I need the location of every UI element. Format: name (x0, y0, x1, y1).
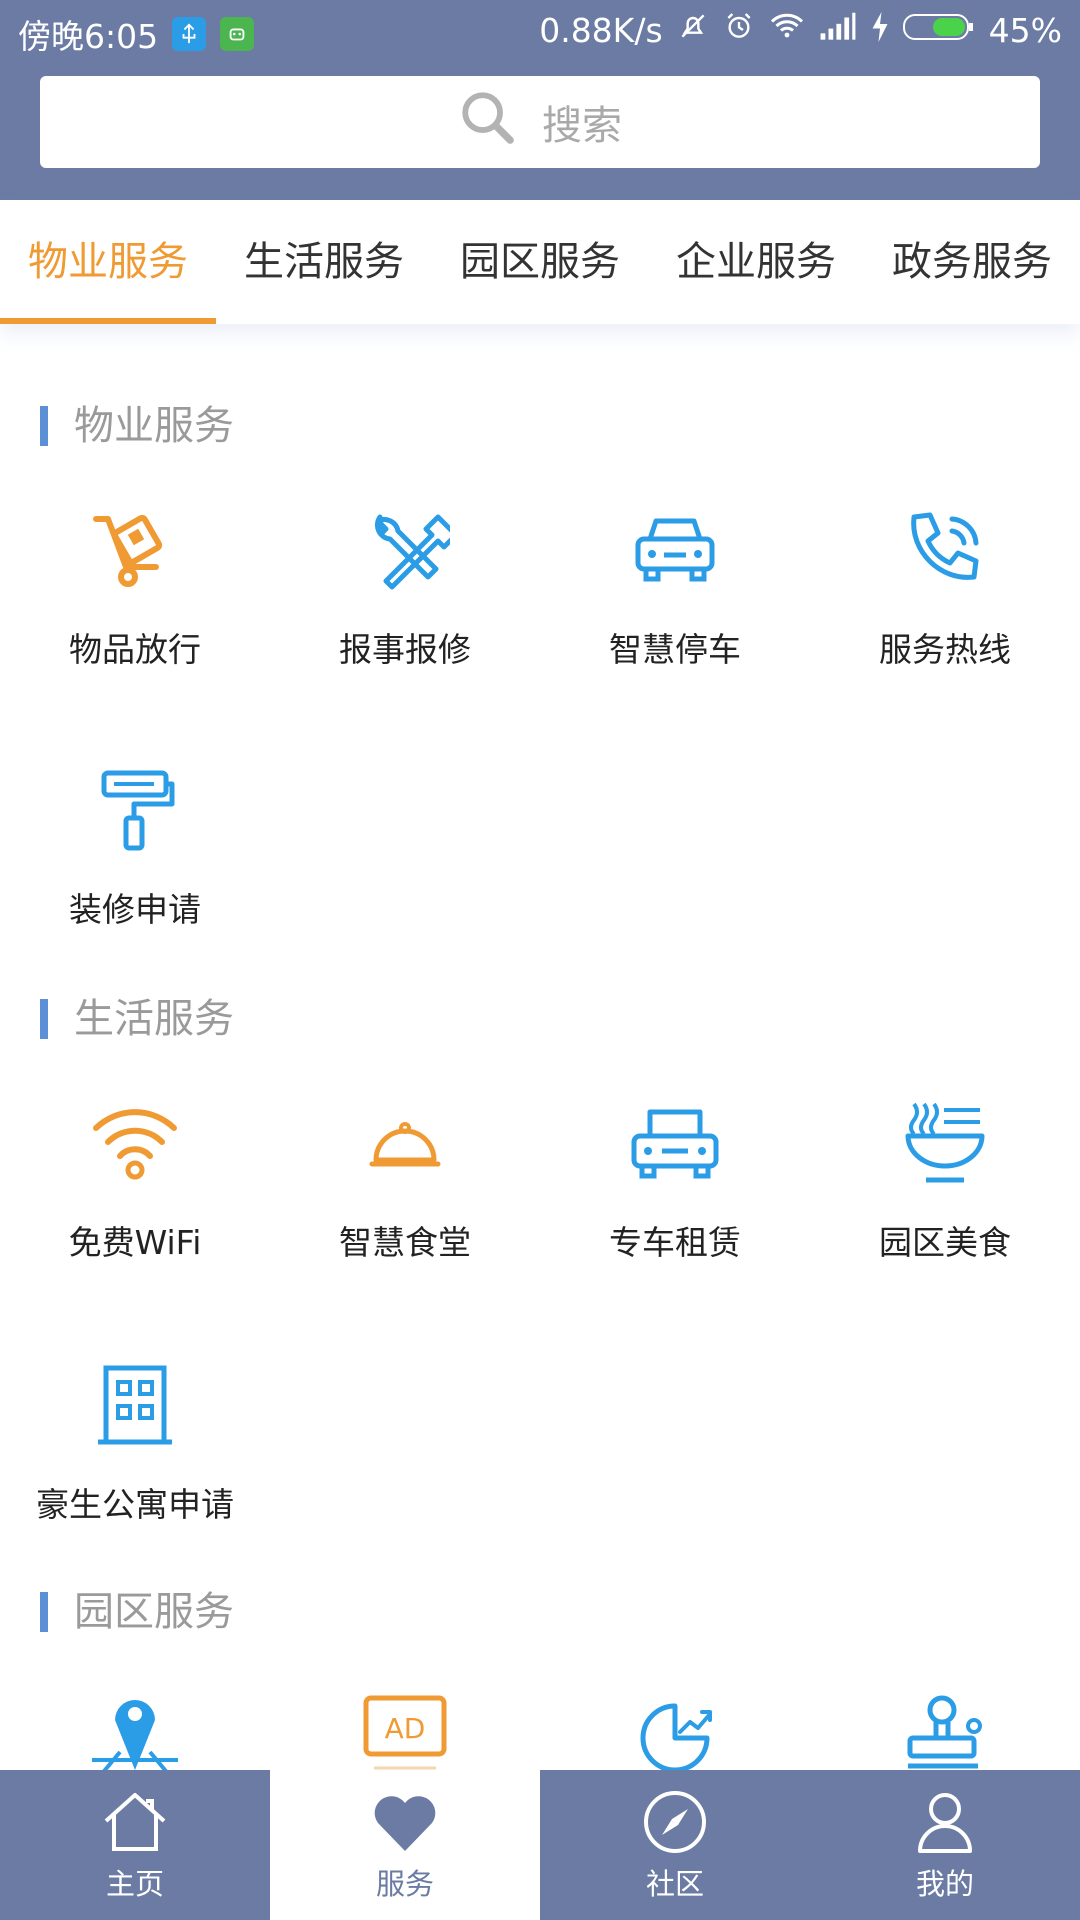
service-item[interactable]: 物品放行 (0, 505, 270, 671)
service-item[interactable] (810, 1692, 1080, 1782)
alarm-icon (723, 10, 755, 50)
search-icon (458, 88, 516, 156)
nav-home[interactable]: 主页 (0, 1770, 270, 1920)
car-icon (635, 518, 715, 582)
phone-icon (911, 512, 979, 580)
heart-icon (374, 1796, 436, 1851)
cloche-icon (369, 1122, 441, 1167)
svg-text:AD: AD (385, 1712, 426, 1745)
service-tabs: 物业服务 生活服务 园区服务 企业服务 政务服务 (0, 200, 1080, 324)
service-label: 园区美食 (879, 1223, 1011, 1262)
nav-mine[interactable]: 我的 (810, 1770, 1080, 1920)
status-bar: 傍晚6:05 0.88K/s 45% (0, 0, 1080, 62)
service-label: 专车租赁 (609, 1223, 741, 1262)
status-time: 傍晚6:05 (18, 17, 159, 56)
signal-icon (819, 11, 857, 50)
map-pin-icon (92, 1700, 178, 1778)
search-bar[interactable]: 搜索 (40, 76, 1040, 168)
service-label: 服务热线 (879, 630, 1011, 669)
nav-service-label: 服务 (375, 1867, 434, 1901)
service-item[interactable]: 智慧食堂 (270, 1098, 540, 1264)
mute-icon (677, 10, 709, 50)
ad-icon: AD (363, 1695, 447, 1770)
service-label: 报事报修 (339, 630, 471, 669)
service-label: 豪生公寓申请 (36, 1485, 234, 1524)
battery-percent: 45% (988, 10, 1062, 50)
service-item[interactable]: 豪生公寓申请 (0, 1360, 270, 1526)
usb-icon (172, 17, 207, 51)
service-item[interactable]: 装修申请 (0, 765, 270, 931)
service-item[interactable] (540, 1692, 810, 1782)
car-front-icon (631, 1109, 719, 1179)
tab-life[interactable]: 生活服务 (216, 200, 432, 324)
wifi-status-icon (769, 10, 805, 50)
network-speed: 0.88K/s (539, 10, 663, 50)
section-title-life: 生活服务 (40, 995, 234, 1043)
service-label: 装修申请 (69, 890, 201, 929)
nav-mine-label: 我的 (915, 1867, 974, 1901)
nav-home-label: 主页 (105, 1867, 164, 1901)
nav-community-label: 社区 (645, 1867, 704, 1901)
tab-government[interactable]: 政务服务 (864, 200, 1080, 324)
search-placeholder: 搜索 (542, 103, 622, 149)
nav-community[interactable]: 社区 (540, 1770, 810, 1920)
service-item[interactable]: 园区美食 (810, 1098, 1080, 1264)
service-label: 智慧食堂 (339, 1223, 471, 1262)
repair-tools-icon (374, 514, 450, 590)
tab-enterprise[interactable]: 企业服务 (648, 200, 864, 324)
bowl-icon (905, 1102, 985, 1183)
tab-park[interactable]: 园区服务 (432, 200, 648, 324)
service-label: 物品放行 (69, 630, 201, 669)
service-item[interactable]: 服务热线 (810, 505, 1080, 671)
stamp-icon (907, 1695, 982, 1769)
service-item[interactable]: 智慧停车 (540, 505, 810, 671)
user-icon (918, 1793, 972, 1853)
building-icon (98, 1365, 172, 1445)
charging-icon (871, 11, 889, 50)
paint-roller-icon (101, 770, 175, 851)
battery-icon (902, 11, 975, 50)
service-item[interactable] (0, 1688, 270, 1778)
compass-icon (644, 1791, 706, 1853)
service-item[interactable]: 专车租赁 (540, 1098, 810, 1264)
tab-property[interactable]: 物业服务 (0, 200, 216, 324)
bottom-nav: 主页 服务 社区 我的 (0, 1770, 1080, 1920)
service-item[interactable]: 报事报修 (270, 505, 540, 671)
cart-icon (93, 514, 163, 587)
wifi-icon (93, 1109, 177, 1180)
nav-service[interactable]: 服务 (270, 1770, 540, 1920)
home-icon (104, 1793, 166, 1851)
service-item[interactable]: AD (270, 1692, 540, 1782)
service-label: 智慧停车 (609, 630, 741, 669)
android-icon (220, 17, 255, 51)
service-label: 免费WiFi (68, 1223, 202, 1262)
section-title-park: 园区服务 (40, 1588, 234, 1636)
service-item[interactable]: 免费WiFi (0, 1098, 270, 1264)
top-bar: 傍晚6:05 0.88K/s 45% 搜索 (0, 0, 1080, 200)
pie-chart-icon (640, 1703, 712, 1773)
section-title-property: 物业服务 (40, 402, 234, 450)
